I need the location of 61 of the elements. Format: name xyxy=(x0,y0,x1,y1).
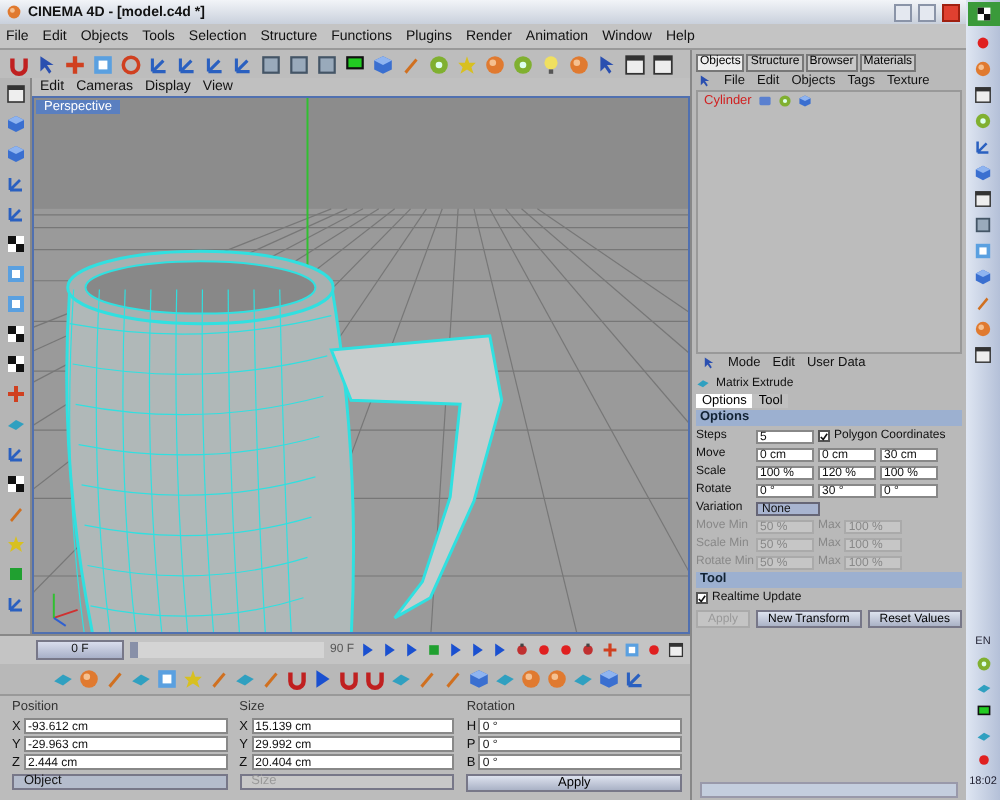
plane-icon[interactable] xyxy=(5,414,25,434)
brush-icon[interactable] xyxy=(104,668,126,690)
magnet-icon[interactable] xyxy=(364,668,386,690)
rotate-icon[interactable] xyxy=(120,53,142,75)
stop-icon[interactable] xyxy=(426,642,442,658)
arrow-icon[interactable] xyxy=(698,74,712,88)
axis-icon[interactable] xyxy=(5,174,25,194)
windows-logo-icon xyxy=(975,6,991,22)
pencil-icon[interactable] xyxy=(5,504,25,524)
app-logo-icon xyxy=(6,4,22,20)
layout-icon[interactable] xyxy=(5,84,25,104)
taskbar-app-icon[interactable] xyxy=(974,190,992,208)
move-icon[interactable] xyxy=(64,53,86,75)
checkbox[interactable] xyxy=(696,592,708,604)
cursor-icon[interactable] xyxy=(36,53,58,75)
texture-icon[interactable] xyxy=(5,324,25,344)
brush-icon[interactable] xyxy=(442,668,464,690)
axis-gizmo-icon xyxy=(52,592,79,627)
texture-icon[interactable] xyxy=(5,234,25,254)
brush-icon[interactable] xyxy=(208,668,230,690)
cube-icon[interactable] xyxy=(5,114,25,134)
axis-icon[interactable] xyxy=(624,668,646,690)
record-icon[interactable] xyxy=(646,642,662,658)
taskbar-app-icon[interactable] xyxy=(974,86,992,104)
magnet-icon[interactable] xyxy=(286,668,308,690)
star-icon[interactable] xyxy=(5,534,25,554)
sphere-icon[interactable] xyxy=(520,668,542,690)
axis-icon[interactable] xyxy=(5,204,25,224)
cube-icon[interactable] xyxy=(598,668,620,690)
stop-icon[interactable] xyxy=(5,564,25,584)
coordinate-system-icon[interactable] xyxy=(232,53,254,75)
move-icon[interactable] xyxy=(5,384,25,404)
texture-icon[interactable] xyxy=(5,354,25,374)
start-button[interactable] xyxy=(967,2,999,26)
move-icon[interactable] xyxy=(602,642,618,658)
taskbar-app-icon[interactable] xyxy=(974,346,992,364)
cube-icon[interactable] xyxy=(5,144,25,164)
axis-icon[interactable] xyxy=(5,594,25,614)
cube-icon[interactable] xyxy=(468,668,490,690)
brush-icon[interactable] xyxy=(416,668,438,690)
picture-viewer-icon[interactable] xyxy=(344,53,366,75)
window-icon[interactable] xyxy=(668,642,684,658)
brush-icon[interactable] xyxy=(260,668,282,690)
window-icon[interactable] xyxy=(652,53,674,75)
axis-icon[interactable] xyxy=(176,53,198,75)
timeline-thumb[interactable] xyxy=(130,642,138,658)
maximize-button[interactable] xyxy=(918,3,936,21)
arrow-icon[interactable] xyxy=(702,356,716,370)
magnet-icon[interactable] xyxy=(338,668,360,690)
checkbox[interactable] xyxy=(818,430,830,442)
minimize-button[interactable] xyxy=(894,3,912,21)
sphere-icon[interactable] xyxy=(546,668,568,690)
axis-icon[interactable] xyxy=(5,444,25,464)
texture-icon[interactable] xyxy=(5,474,25,494)
window-icon[interactable] xyxy=(624,53,646,75)
axis-icon[interactable] xyxy=(148,53,170,75)
play-icon[interactable] xyxy=(312,668,334,690)
close-button[interactable] xyxy=(942,3,960,21)
sphere-icon[interactable] xyxy=(78,668,100,690)
horizontal-scrollbar[interactable] xyxy=(700,782,958,798)
axis-icon[interactable] xyxy=(204,53,226,75)
